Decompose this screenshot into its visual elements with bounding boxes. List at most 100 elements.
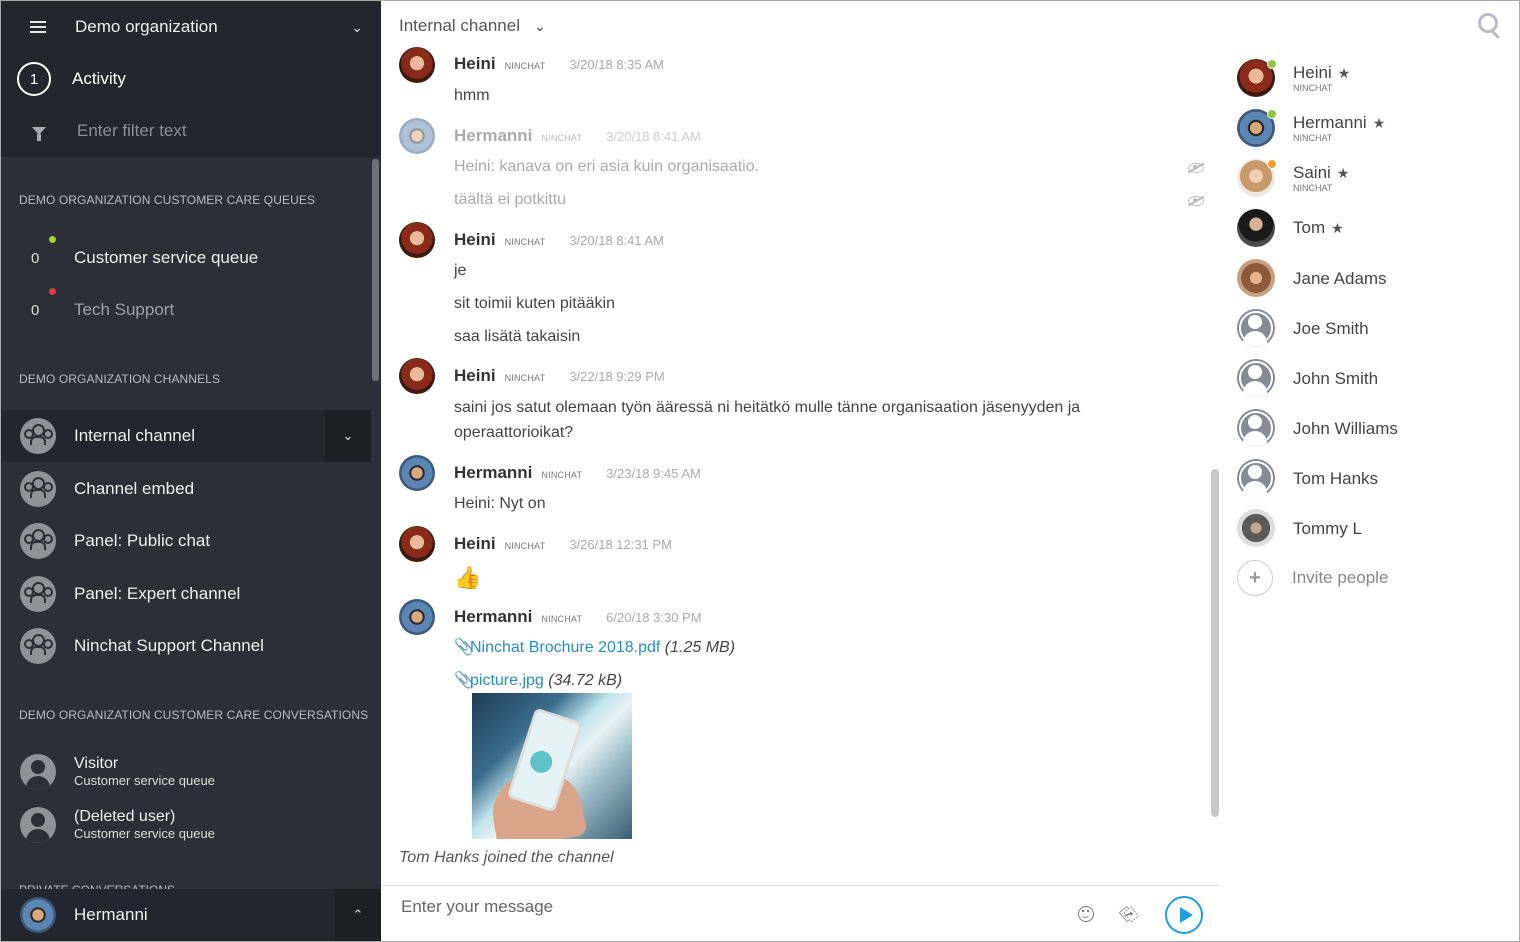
- sender-name[interactable]: Heini: [454, 54, 496, 74]
- star-icon: ★: [1372, 115, 1386, 131]
- chevron-down-icon[interactable]: ⌄: [351, 19, 363, 36]
- avatar[interactable]: [399, 599, 435, 635]
- sender-badge: NINCHAT: [504, 373, 546, 383]
- chevron-down-icon[interactable]: ⌄: [325, 410, 371, 462]
- join-notice: Tom Hanks joined the channel: [399, 849, 614, 866]
- message-header: Heini NINCHAT 3/22/18 9:29 PM: [454, 366, 665, 386]
- member-item[interactable]: Saini ★ NINCHAT: [1237, 158, 1507, 198]
- chat-header[interactable]: Internal channel ⌄: [382, 1, 1220, 51]
- channel-item-embed[interactable]: Channel embed: [1, 463, 371, 515]
- group-icon: [20, 523, 56, 559]
- message-text: Heini: Nyt on: [454, 495, 546, 512]
- file-link[interactable]: picture.jpg: [470, 672, 544, 689]
- conversation-item-deleted-user[interactable]: (Deleted user) Customer service queue: [1, 799, 371, 851]
- emoji-icon[interactable]: [1078, 906, 1094, 922]
- message-text: täältä ei potkittu: [454, 191, 567, 208]
- avatar[interactable]: [399, 526, 435, 562]
- message-time: 3/20/18 8:41 AM: [569, 233, 664, 248]
- invite-people-button[interactable]: + Invite people: [1237, 558, 1507, 598]
- channel-item-expert-channel[interactable]: Panel: Expert channel: [1, 568, 371, 620]
- avatar[interactable]: [399, 358, 435, 394]
- message-time: 6/20/18 3:30 PM: [606, 610, 702, 625]
- avatar[interactable]: [399, 47, 435, 83]
- image-attachment-preview[interactable]: [472, 693, 632, 839]
- message-input[interactable]: [399, 894, 1043, 920]
- send-button[interactable]: [1165, 896, 1203, 934]
- member-name: Jane Adams: [1293, 268, 1387, 288]
- search-icon[interactable]: [1478, 13, 1498, 33]
- avatar[interactable]: [399, 455, 435, 491]
- paperclip-icon[interactable]: ⎘: [1117, 902, 1142, 927]
- chat-scrollbar[interactable]: [1211, 469, 1219, 817]
- sender-name[interactable]: Heini: [454, 366, 496, 386]
- avatar: [1237, 209, 1275, 247]
- avatar: [1237, 509, 1275, 547]
- member-item[interactable]: Hermanni ★ NINCHAT: [1237, 108, 1507, 148]
- member-item[interactable]: Tommy L: [1237, 508, 1507, 548]
- person-icon: [1237, 359, 1275, 397]
- eye-off-icon[interactable]: [1188, 163, 1204, 173]
- conversation-item-visitor[interactable]: Visitor Customer service queue: [1, 746, 371, 798]
- file-size: 34.72 kB: [553, 672, 617, 689]
- chat-panel: Internal channel ⌄ Heini NINCHAT 3/20/18…: [382, 1, 1220, 941]
- conversation-queue: Customer service queue: [74, 826, 215, 841]
- sender-name[interactable]: Heini: [454, 230, 496, 250]
- file-link[interactable]: Ninchat Brochure 2018.pdf: [470, 639, 660, 656]
- person-icon: [1237, 459, 1275, 497]
- queues-section-title: DEMO ORGANIZATION CUSTOMER CARE QUEUES: [19, 193, 316, 207]
- sender-name[interactable]: Hermanni: [454, 607, 532, 627]
- message-header: Hermanni NINCHAT 3/20/18 8:41 AM: [454, 126, 701, 146]
- current-user-bar[interactable]: Hermanni ⌃: [1, 889, 381, 941]
- activity-item[interactable]: 1 Activity: [1, 53, 381, 105]
- conversation-name: Visitor: [74, 755, 119, 772]
- conversations-section-title: DEMO ORGANIZATION CUSTOMER CARE CONVERSA…: [19, 708, 369, 722]
- member-name: Saini: [1293, 163, 1331, 182]
- sender-badge: NINCHAT: [504, 541, 546, 551]
- filter-bar: [1, 105, 381, 157]
- thumbs-up-emoji: 👍: [454, 565, 482, 590]
- message-time: 3/20/18 8:41 AM: [606, 129, 701, 144]
- avatar: [1237, 259, 1275, 297]
- org-switcher[interactable]: Demo organization ⌄: [1, 1, 381, 53]
- filter-input[interactable]: [75, 120, 359, 142]
- member-name: Tommy L: [1293, 518, 1362, 538]
- sidebar-scrollbar[interactable]: [372, 159, 379, 381]
- message-time: 3/23/18 9:45 AM: [606, 466, 701, 481]
- activity-label: Activity: [72, 69, 126, 88]
- star-icon: ★: [1331, 220, 1344, 236]
- chevron-up-icon[interactable]: ⌃: [335, 889, 381, 941]
- member-item[interactable]: Tom ★: [1237, 208, 1507, 248]
- file-size: 1.25 MB: [670, 639, 730, 656]
- eye-off-icon[interactable]: [1188, 196, 1204, 206]
- member-item[interactable]: John Smith: [1237, 358, 1507, 398]
- status-dot-online: [49, 235, 56, 243]
- message-text: je: [454, 262, 467, 279]
- menu-icon[interactable]: [30, 18, 46, 36]
- paperclip-icon: 📎: [454, 639, 474, 656]
- member-item[interactable]: Tom Hanks: [1237, 458, 1507, 498]
- sidebar: Demo organization ⌄ 1 Activity DEMO ORGA…: [1, 1, 381, 941]
- avatar[interactable]: [399, 222, 435, 258]
- sender-name[interactable]: Hermanni: [454, 126, 532, 146]
- channel-item-internal[interactable]: Internal channel ⌄: [1, 410, 371, 462]
- member-badge: NINCHAT: [1293, 133, 1333, 143]
- channel-item-support[interactable]: Ninchat Support Channel: [1, 620, 371, 672]
- avatar[interactable]: [399, 118, 435, 154]
- sender-name[interactable]: Hermanni: [454, 463, 532, 483]
- queue-count: 0: [31, 287, 56, 319]
- message-composer: ⎘: [382, 885, 1220, 941]
- star-icon: ★: [1337, 65, 1351, 81]
- member-item[interactable]: John Williams: [1237, 408, 1507, 448]
- channel-label: Panel: Public chat: [74, 531, 211, 550]
- member-item[interactable]: Heini ★ NINCHAT: [1237, 58, 1507, 98]
- channel-item-public-chat[interactable]: Panel: Public chat: [1, 515, 371, 567]
- group-icon: [20, 471, 56, 507]
- queue-item-customer-service[interactable]: 0 Customer service queue: [1, 232, 371, 284]
- member-item[interactable]: Joe Smith: [1237, 308, 1507, 348]
- member-item[interactable]: Jane Adams: [1237, 258, 1507, 298]
- queue-item-tech-support[interactable]: 0 Tech Support: [1, 284, 371, 336]
- status-dot-offline: [49, 287, 56, 295]
- member-name: John Williams: [1293, 418, 1398, 438]
- chevron-down-icon[interactable]: ⌄: [534, 18, 546, 35]
- sender-name[interactable]: Heini: [454, 534, 496, 554]
